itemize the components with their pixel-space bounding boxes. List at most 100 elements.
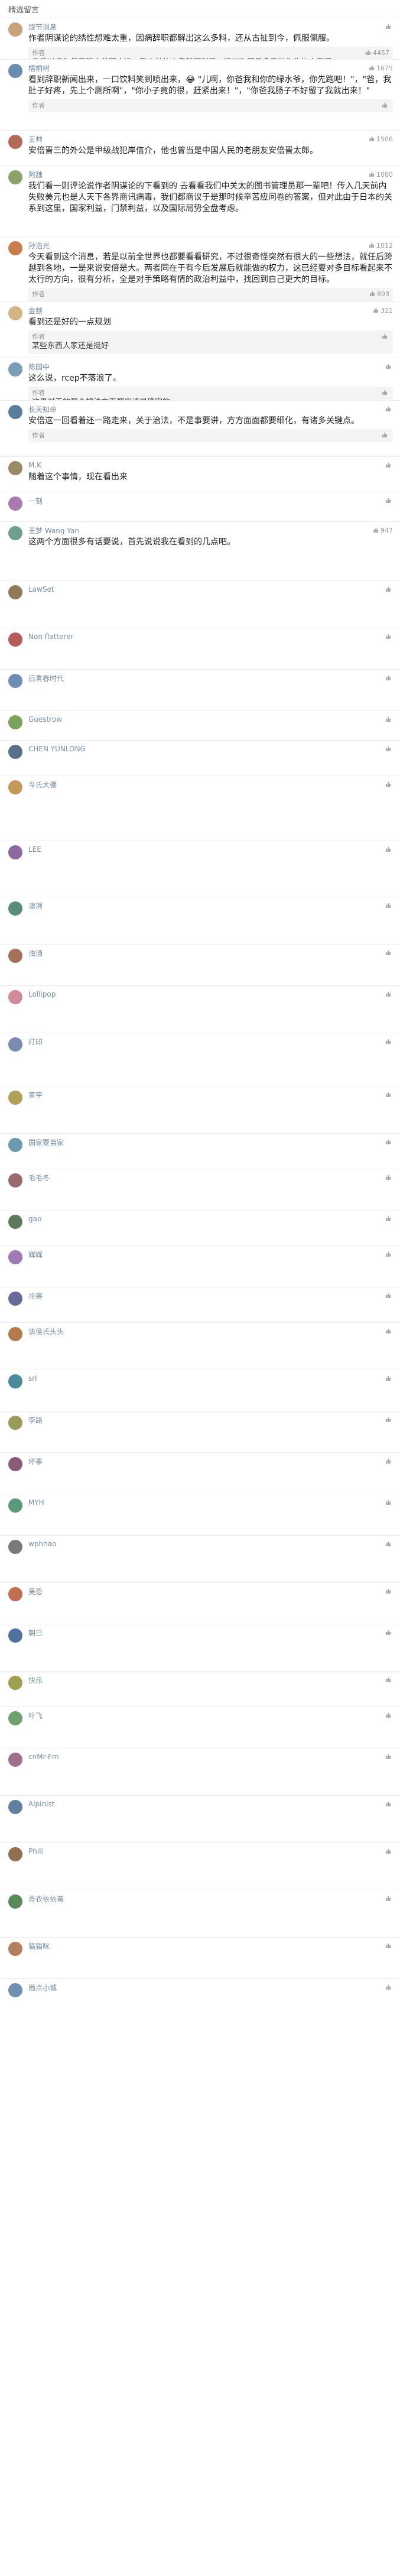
like-button[interactable]	[385, 950, 393, 956]
avatar[interactable]	[8, 585, 22, 599]
avatar[interactable]	[8, 1416, 22, 1430]
avatar[interactable]	[8, 1628, 22, 1643]
reply-like-button[interactable]: 893	[369, 290, 389, 298]
like-button[interactable]	[385, 462, 393, 468]
like-button[interactable]	[385, 1500, 393, 1506]
avatar[interactable]	[8, 306, 22, 320]
username[interactable]: CHEN YUNLONG	[28, 745, 86, 753]
username[interactable]: Guestrow	[28, 715, 62, 724]
username[interactable]: cnMr-Fm	[28, 1753, 59, 1761]
like-button[interactable]	[385, 498, 393, 504]
like-button[interactable]	[385, 1712, 393, 1718]
username[interactable]: 该侯氏头头	[28, 1326, 64, 1336]
avatar[interactable]	[8, 1250, 22, 1264]
avatar[interactable]	[8, 1847, 22, 1861]
username[interactable]: Alpinist	[28, 1800, 54, 1808]
avatar[interactable]	[8, 1138, 22, 1152]
avatar[interactable]	[8, 901, 22, 916]
like-button[interactable]	[385, 1896, 393, 1902]
avatar[interactable]	[8, 1753, 22, 1767]
username[interactable]: 阿魏	[28, 170, 43, 180]
avatar[interactable]	[8, 1292, 22, 1306]
username[interactable]: 王帅	[28, 134, 43, 144]
avatar[interactable]	[8, 1540, 22, 1554]
username[interactable]: 打印	[28, 1037, 43, 1047]
like-button[interactable]	[385, 746, 393, 752]
username[interactable]: 吴恐	[28, 1587, 43, 1597]
username[interactable]: 李路	[28, 1415, 43, 1425]
username[interactable]: Lollipop	[28, 990, 56, 998]
reply-like-button[interactable]	[382, 390, 389, 395]
username[interactable]: 坏事	[28, 1456, 43, 1467]
username[interactable]: wphhao	[28, 1540, 56, 1548]
avatar[interactable]	[8, 22, 22, 37]
username[interactable]: 黄宇	[28, 1090, 43, 1100]
like-button[interactable]	[385, 586, 393, 592]
like-button[interactable]	[385, 406, 393, 412]
avatar[interactable]	[8, 632, 22, 647]
like-button[interactable]	[385, 1039, 393, 1044]
reply-like-button[interactable]	[382, 102, 389, 108]
like-button[interactable]	[385, 846, 393, 852]
reply-like-button[interactable]	[382, 432, 389, 438]
username[interactable]: 猫猫咪	[28, 1941, 50, 1951]
avatar[interactable]	[8, 845, 22, 859]
like-button[interactable]	[385, 675, 393, 681]
avatar[interactable]	[8, 64, 22, 78]
like-button[interactable]: 947	[373, 527, 393, 534]
avatar[interactable]	[8, 949, 22, 963]
username[interactable]: srl	[28, 1374, 37, 1383]
like-button[interactable]	[385, 1139, 393, 1145]
avatar[interactable]	[8, 1711, 22, 1725]
username[interactable]: 后青春时代	[28, 673, 64, 683]
username[interactable]: MYH	[28, 1498, 44, 1507]
avatar[interactable]	[8, 715, 22, 729]
avatar[interactable]	[8, 1173, 22, 1188]
avatar[interactable]	[8, 1587, 22, 1601]
like-button[interactable]	[385, 1848, 393, 1854]
like-button[interactable]	[385, 781, 393, 787]
like-button[interactable]	[385, 991, 393, 997]
like-button[interactable]	[385, 364, 393, 369]
avatar[interactable]	[8, 1037, 22, 1052]
username[interactable]: 毛毛冬	[28, 1173, 50, 1183]
like-button[interactable]	[385, 1251, 393, 1257]
like-button[interactable]	[385, 1328, 393, 1334]
like-button[interactable]	[385, 1175, 393, 1180]
like-button[interactable]	[385, 1943, 393, 1949]
avatar[interactable]	[8, 461, 22, 475]
username[interactable]: 冷寒	[28, 1291, 43, 1301]
avatar[interactable]	[8, 1091, 22, 1105]
like-button[interactable]	[385, 903, 393, 909]
like-button[interactable]	[385, 1754, 393, 1760]
avatar[interactable]	[8, 745, 22, 759]
username[interactable]: 凛冽	[28, 901, 43, 911]
username[interactable]: 国家要自家	[28, 1137, 64, 1147]
username[interactable]: 雨点小城	[28, 1983, 57, 1993]
avatar[interactable]	[8, 1215, 22, 1229]
like-button[interactable]	[385, 1801, 393, 1807]
like-button[interactable]	[385, 1216, 393, 1222]
avatar[interactable]	[8, 405, 22, 419]
avatar[interactable]	[8, 990, 22, 1004]
like-button[interactable]	[385, 1417, 393, 1423]
reply-like-button[interactable]	[382, 333, 389, 339]
username[interactable]: 青衣依依者	[28, 1894, 64, 1904]
like-button[interactable]	[385, 1092, 393, 1098]
username[interactable]: 一刻	[28, 496, 43, 506]
like-button[interactable]: 321	[373, 307, 393, 314]
avatar[interactable]	[8, 1894, 22, 1909]
avatar[interactable]	[8, 1374, 22, 1388]
username[interactable]: 梧桐树	[28, 63, 50, 73]
like-button[interactable]: 1506	[369, 135, 393, 143]
avatar[interactable]	[8, 1800, 22, 1814]
avatar[interactable]	[8, 1676, 22, 1690]
like-button[interactable]	[385, 716, 393, 722]
username[interactable]: Phill	[28, 1847, 43, 1855]
like-button[interactable]: 1012	[369, 242, 393, 249]
username[interactable]: 孙浩光	[28, 241, 50, 251]
username[interactable]: 叶飞	[28, 1711, 43, 1721]
avatar[interactable]	[8, 135, 22, 149]
like-button[interactable]	[385, 1630, 393, 1636]
like-button[interactable]	[385, 1375, 393, 1381]
